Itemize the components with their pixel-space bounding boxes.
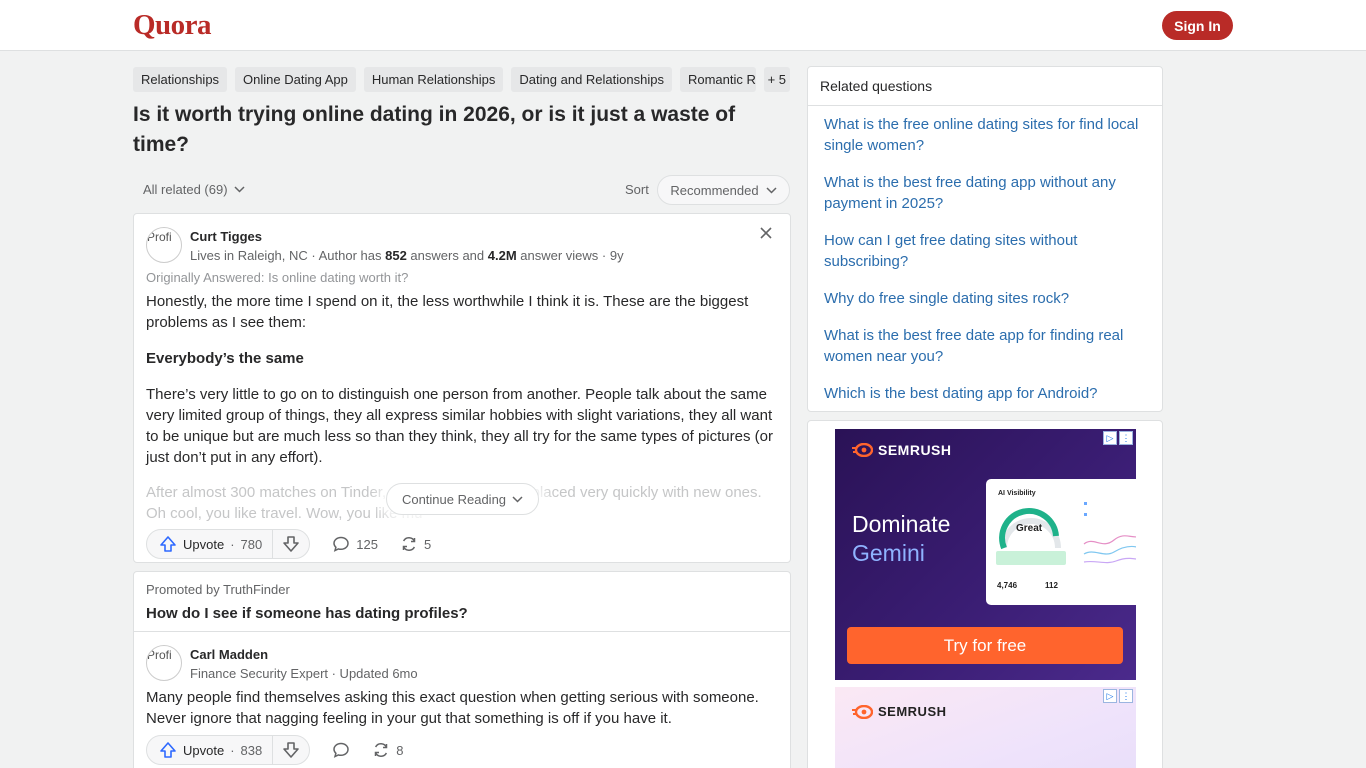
avatar[interactable]: Profi [146,227,182,263]
ad-choices-icon[interactable]: ▷ [1103,431,1117,445]
upvote-count: 780 [240,536,263,552]
related-question-link[interactable]: How can I get free dating sites without … [824,230,1154,272]
filter-label: All related (69) [143,182,228,197]
downvote-icon [283,742,300,758]
author-credentials: Finance Security Expert · Updated 6mo [190,666,418,681]
ad-panel-title: AI Visibility [998,490,1036,497]
promoted-title[interactable]: How do I see if someone has dating profi… [146,605,468,622]
ad-headline: Dominate [852,511,951,537]
try-for-free-button[interactable]: Try for free [847,627,1123,664]
ad-stat: 4,746 [997,581,1018,590]
ad-brand-logo: SEMRUSH [851,442,952,458]
top-bar: Quora Sign In [0,0,1366,51]
promoted-label[interactable]: Promoted by TruthFinder [146,582,290,597]
promoted-text: Many people find themselves asking this … [146,689,759,727]
topic-tag[interactable]: Dating and Relationships [511,67,672,92]
ad-menu-icon[interactable]: ⋮ [1119,431,1133,445]
comment-button[interactable]: 125 [332,535,378,553]
topic-list: Relationships Online Dating App Human Re… [133,67,790,92]
author-credentials: Lives in Raleigh, NC · Author has 852 an… [190,248,624,263]
share-count: 5 [423,536,432,552]
ad-dashboard-image: AI Visibility Great 4,746 112 [986,479,1136,605]
vote-group: Upvote · 838 [146,735,311,765]
share-button[interactable]: 5 [400,535,431,553]
answer-actions: Upvote · 838 8 [146,735,403,765]
topic-tag[interactable]: Romantic Re [679,67,756,92]
answer-card: Profi Curt Tigges Lives in Raleigh, NC ·… [133,213,791,563]
related-question-link[interactable]: What is the free online dating sites for… [824,114,1154,156]
sort-dropdown[interactable]: Recommended [657,175,790,205]
promoted-card: Promoted by TruthFinder How do I see if … [133,571,791,768]
upvote-icon [160,742,176,758]
upvote-button[interactable]: Upvote · 780 [147,529,274,559]
answer-heading: Everybody’s the same [146,350,304,367]
continue-reading-button[interactable]: Continue Reading [386,483,539,515]
avatar[interactable]: Profi [146,645,182,681]
question-title: Is it worth trying online dating in 2026… [133,103,736,156]
downvote-button[interactable] [273,735,309,765]
semrush-flame-icon [852,704,873,719]
answer-paragraph: Honestly, the more time I spend on it, t… [146,293,749,331]
chevron-down-icon [512,495,523,503]
ad-menu-icon[interactable]: ⋮ [1119,689,1133,703]
ad-highlight [996,551,1066,565]
share-icon [402,537,416,551]
ad-container: ▷ ⋮ SEMRUSH Dominate Gemini AI Visibilit… [807,420,1163,768]
downvote-icon [283,536,300,552]
ad-banner[interactable]: ▷ ⋮ SEMRUSH [835,687,1136,768]
vote-group: Upvote · 780 [146,529,311,559]
sort-label: Sort [625,182,649,197]
upvote-count: 838 [240,742,263,758]
upvote-icon [160,536,176,552]
author-name[interactable]: Carl Madden [190,647,268,662]
ad-choices-icon[interactable]: ▷ [1103,689,1117,703]
topic-tag[interactable]: Human Relationships [363,67,504,92]
chart-lines-icon [1083,502,1136,564]
topic-tag[interactable]: Online Dating App [235,67,356,92]
related-questions-panel: Related questions What is the free onlin… [807,66,1163,412]
related-question-link[interactable]: Why do free single dating sites rock? [824,288,1154,309]
ad-stat: 112 [1045,581,1058,590]
more-topics-button[interactable]: + 5 [763,67,790,92]
originally-answered[interactable]: Originally Answered: Is online dating wo… [146,270,408,285]
topic-tag[interactable]: Relationships [133,67,228,92]
ad-headline-accent: Gemini [852,540,925,566]
related-question-link[interactable]: What is the best free date app for findi… [824,325,1154,367]
sort-value: Recommended [670,182,759,198]
comment-count: 125 [356,536,378,552]
related-title: Related questions [820,78,933,94]
share-icon [375,743,388,757]
quora-logo[interactable]: Quora [133,9,212,42]
divider [808,105,1162,106]
related-question-link[interactable]: Which is the best dating app for Android… [824,383,1154,404]
answer-text: Honestly, the more time I spend on it, t… [146,291,778,483]
downvote-button[interactable] [273,529,309,559]
answer-actions: Upvote · 780 125 5 [146,529,431,559]
chevron-down-icon [234,186,245,193]
semrush-flame-icon [852,443,873,457]
upvote-button[interactable]: Upvote · 838 [147,735,274,765]
comment-icon [333,536,350,552]
answer-paragraph: There’s very little to go on to distingu… [146,386,773,466]
related-question-link[interactable]: What is the best free dating app without… [824,172,1154,214]
share-count: 8 [396,742,404,758]
divider [134,631,790,632]
close-icon[interactable] [756,223,776,243]
sign-in-button[interactable]: Sign In [1162,11,1233,40]
author-name[interactable]: Curt Tigges [190,229,262,244]
ad-brand-logo: SEMRUSH [851,704,947,719]
comment-button[interactable] [332,741,350,759]
ad-banner[interactable]: ▷ ⋮ SEMRUSH Dominate Gemini AI Visibilit… [835,429,1136,680]
chevron-down-icon [766,186,777,194]
all-related-filter[interactable]: All related (69) [143,182,245,197]
ad-score: Great [1016,523,1043,534]
comment-icon [333,742,350,758]
share-button[interactable]: 8 [372,741,403,759]
